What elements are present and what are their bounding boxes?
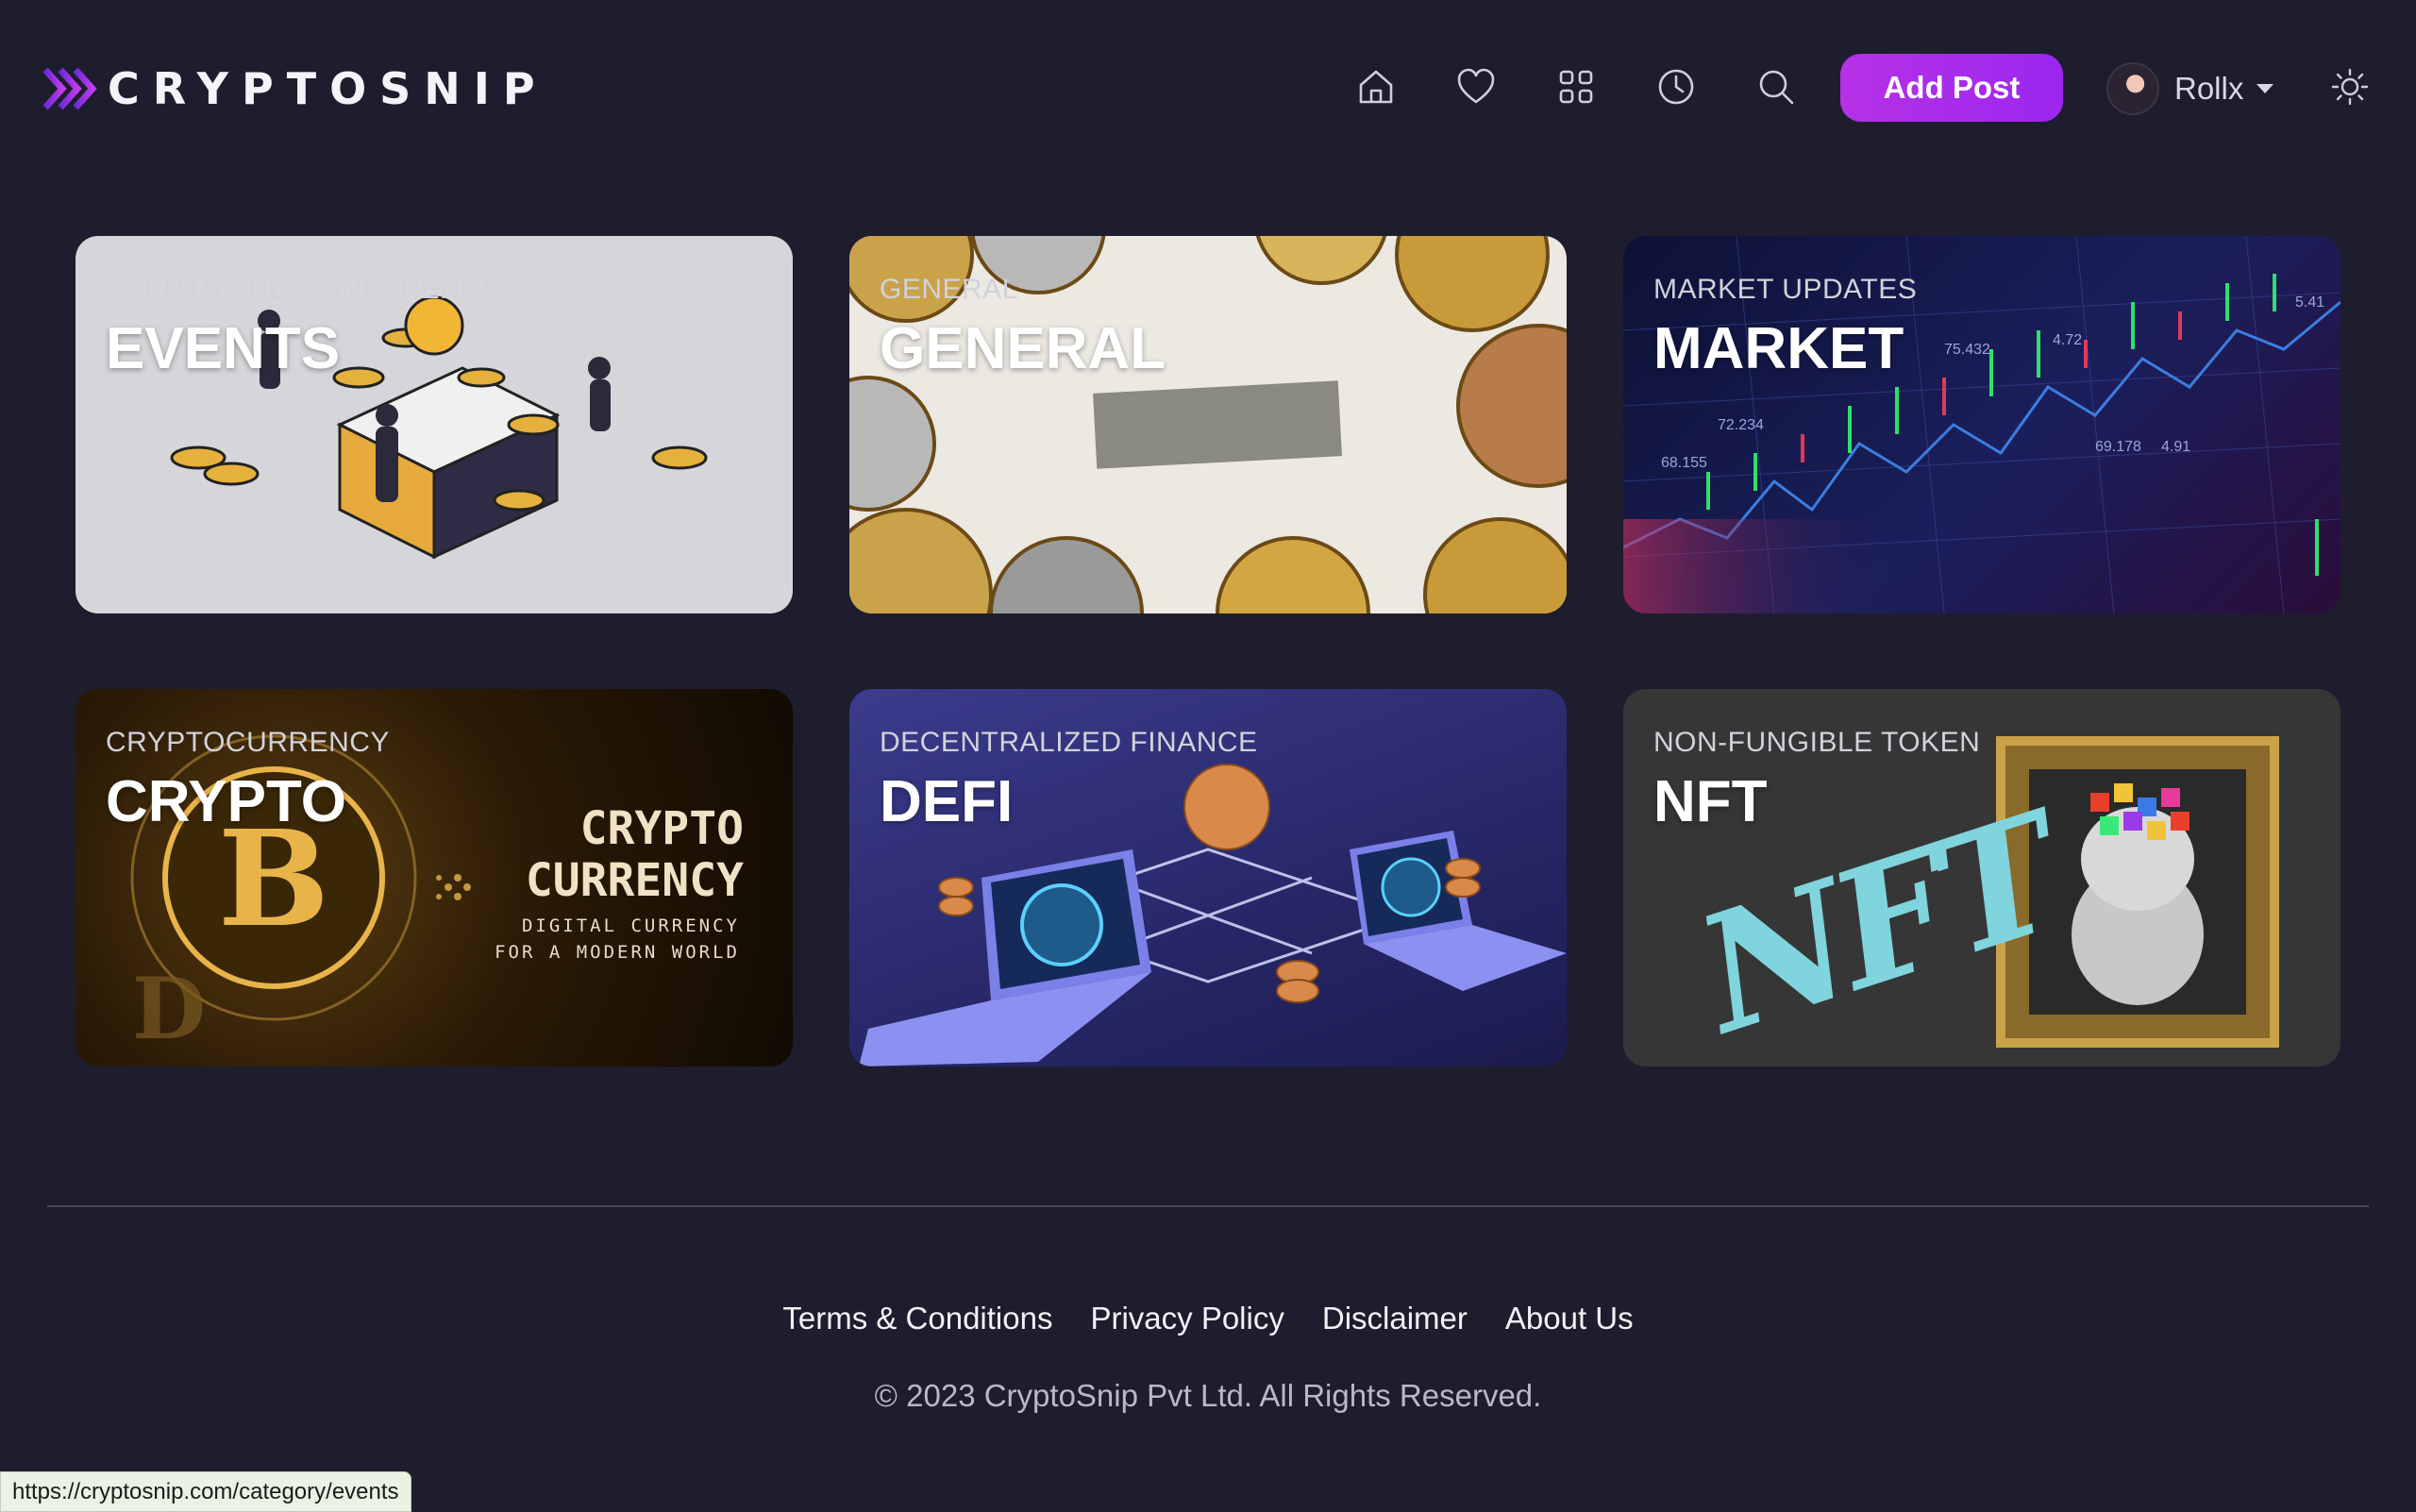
category-card-defi[interactable]: DECENTRALIZED FINANCE DEFI: [849, 689, 1567, 1067]
crypto-headline-line2: CURRENCY: [525, 854, 744, 907]
card-eyebrow: EVENTS AND CONFERENCES: [106, 274, 521, 305]
tick-label: 72.234: [1718, 417, 1764, 433]
home-icon[interactable]: [1350, 60, 1402, 113]
tick-label: 4.91: [2161, 439, 2190, 455]
category-card-nft[interactable]: NFT NON-FUNGIBLE TOKEN NFT: [1623, 689, 2340, 1067]
crypto-tagline-line1: DIGITAL CURRENCY: [521, 916, 740, 936]
card-title: EVENTS: [106, 316, 341, 381]
avatar: [2106, 62, 2159, 115]
user-name: Rollx: [2174, 71, 2244, 106]
footer-divider: [47, 1205, 2369, 1207]
user-menu-dropdown[interactable]: Rollx: [2106, 60, 2274, 117]
category-card-crypto[interactable]: B D CRYPTO CURRENCY DIGITAL CURRENCY FOR…: [76, 689, 793, 1067]
clock-icon[interactable]: [1650, 60, 1703, 113]
grid-icon[interactable]: [1550, 60, 1602, 113]
card-title: GENERAL: [880, 316, 1166, 381]
crypto-tagline-line2: FOR A MODERN WORLD: [495, 942, 740, 963]
privacy-link[interactable]: Privacy Policy: [1090, 1301, 1284, 1336]
footer-links: Terms & Conditions Privacy Policy Discla…: [0, 1301, 2416, 1336]
category-card-market[interactable]: 5.41 75.432 4.72 72.234 68.155 69.178 4.…: [1623, 236, 2340, 613]
crypto-headline-line1: CRYPTO: [579, 802, 744, 855]
top-navbar: CRYPTOSNIP Add Post Rollx: [0, 0, 2416, 179]
category-card-events[interactable]: EVENTS AND CONFERENCES EVENTS: [76, 236, 793, 613]
chevrons-logo-icon: [42, 67, 97, 110]
sun-icon[interactable]: [2324, 60, 2376, 113]
card-eyebrow: NON-FUNGIBLE TOKEN: [1653, 727, 1981, 758]
card-title: DEFI: [880, 769, 1014, 834]
tick-label: 5.41: [2295, 294, 2324, 311]
search-icon[interactable]: [1750, 60, 1803, 113]
card-eyebrow: DECENTRALIZED FINANCE: [880, 727, 1258, 758]
terms-link[interactable]: Terms & Conditions: [782, 1301, 1052, 1336]
card-eyebrow: MARKET UPDATES: [1653, 274, 1918, 305]
card-eyebrow: GENERAL: [880, 274, 1018, 305]
tick-label: 75.432: [1944, 342, 1990, 358]
logo-text: CRYPTOSNIP: [108, 63, 548, 114]
tick-label: 68.155: [1661, 455, 1707, 471]
tick-label: 69.178: [2095, 439, 2141, 455]
tick-label: 4.72: [2053, 332, 2082, 348]
card-title: NFT: [1653, 769, 1768, 834]
card-title: CRYPTO: [106, 769, 346, 834]
svg-text:D: D: [132, 959, 206, 1059]
disclaimer-link[interactable]: Disclaimer: [1322, 1301, 1468, 1336]
card-eyebrow: CRYPTOCURRENCY: [106, 727, 390, 758]
add-post-button[interactable]: Add Post: [1840, 54, 2063, 122]
about-link[interactable]: About Us: [1505, 1301, 1634, 1336]
site-logo[interactable]: CRYPTOSNIP: [42, 62, 548, 115]
copyright-text: © 2023 CryptoSnip Pvt Ltd. All Rights Re…: [874, 1378, 1542, 1413]
card-title: MARKET: [1653, 316, 1904, 381]
caret-down-icon: [2257, 84, 2274, 93]
status-bar-url: https://cryptosnip.com/category/events: [0, 1471, 411, 1512]
heart-icon[interactable]: [1450, 60, 1502, 113]
category-card-general[interactable]: GENERAL GENERAL: [849, 236, 1567, 613]
